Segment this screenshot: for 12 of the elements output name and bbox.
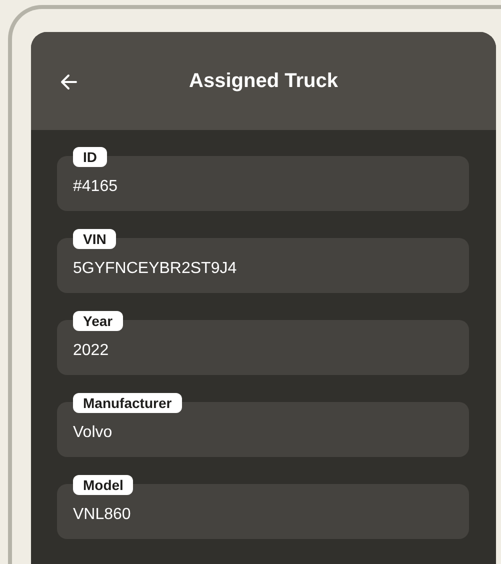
field-label: VIN [73, 229, 116, 249]
field-label: ID [73, 147, 107, 167]
field-label: Year [73, 311, 123, 331]
field-value: 5GYFNCEYBR2ST9J4 [73, 259, 238, 279]
screen-title: Assigned Truck [189, 69, 338, 93]
field-label: Model [73, 475, 134, 495]
field-value: #4165 [73, 177, 118, 197]
field-label: Manufacturer [73, 393, 182, 413]
field-value: 2022 [73, 341, 110, 361]
field-value: Volvo [73, 423, 114, 443]
field-value: VNL860 [73, 505, 132, 525]
back-arrow-icon [60, 73, 78, 91]
